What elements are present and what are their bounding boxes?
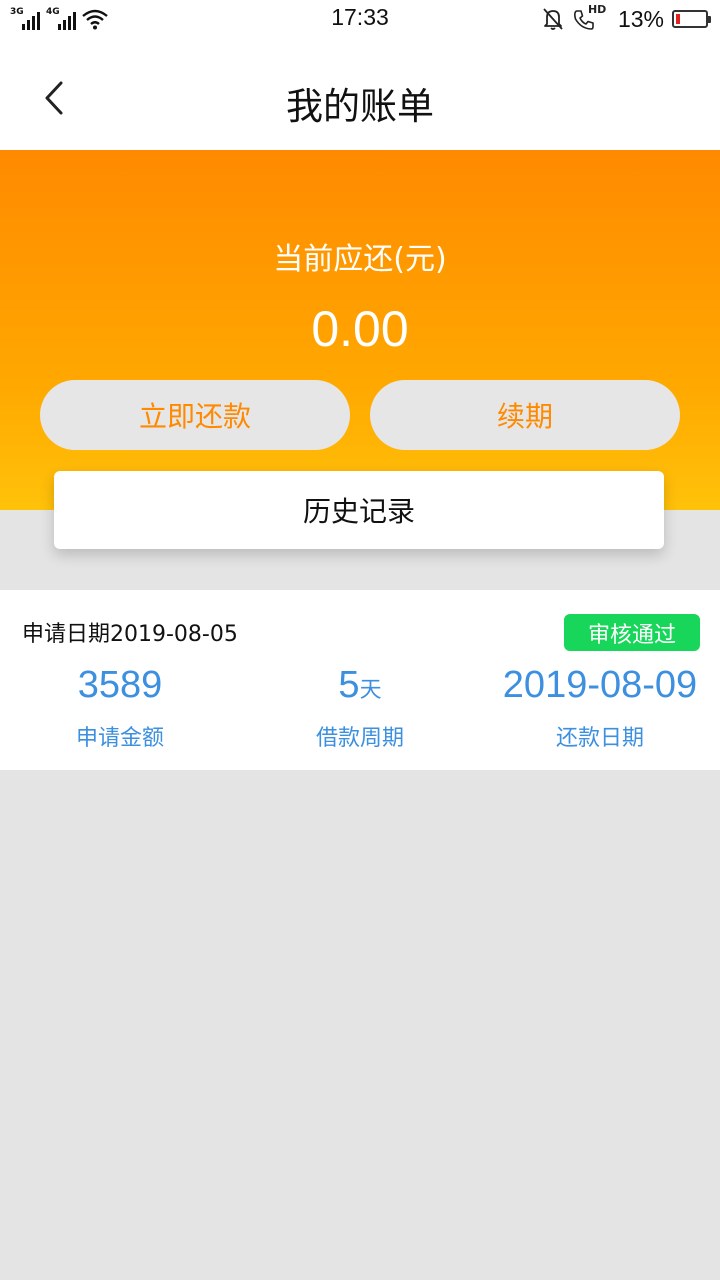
loan-amount-stat: 3589 申请金额	[0, 660, 240, 752]
amount-due-value: 0.00	[311, 301, 409, 357]
history-button[interactable]: 历史记录	[54, 471, 664, 549]
loan-period-unit: 天	[359, 677, 382, 702]
page-title: 我的账单	[286, 85, 434, 128]
bill-record-card[interactable]: 申请日期2019-08-05 审核通过 3589 申请金额 5天 借款周期 20…	[0, 590, 720, 770]
loan-period-stat: 5天 借款周期	[240, 660, 480, 752]
renew-button[interactable]: 续期	[370, 380, 680, 450]
loan-period-number: 5	[338, 664, 360, 706]
repay-date-value: 2019-08-09	[502, 664, 698, 706]
repay-now-button[interactable]: 立即还款	[40, 380, 350, 450]
status-right-group: HD 13%	[542, 3, 711, 33]
loan-period-value: 5天	[240, 660, 480, 710]
repay-date-stat: 2019-08-09 还款日期	[480, 660, 720, 752]
call-hd-label: HD	[587, 3, 607, 16]
battery-level-fill	[676, 14, 680, 24]
loan-amount-value: 3589	[77, 664, 163, 706]
apply-date: 申请日期2019-08-05	[22, 622, 238, 647]
phone-hd-icon: HD	[572, 3, 607, 32]
loan-period-label: 借款周期	[315, 726, 404, 751]
status-badge: 审核通过	[564, 614, 700, 651]
loan-amount-label: 申请金额	[75, 726, 164, 751]
repayment-summary-banner: 当前应还(元) 0.00 立即还款 续期	[0, 150, 720, 510]
amount-due-label: 当前应还(元)	[273, 242, 447, 277]
battery-percent: 13%	[617, 5, 664, 32]
bell-off-icon	[543, 8, 563, 30]
status-bar: 3G 4G 17:33 HD 13%	[0, 0, 720, 40]
repay-date-label: 还款日期	[555, 726, 644, 751]
app-header: 我的账单	[0, 40, 720, 150]
battery-icon	[672, 10, 711, 28]
